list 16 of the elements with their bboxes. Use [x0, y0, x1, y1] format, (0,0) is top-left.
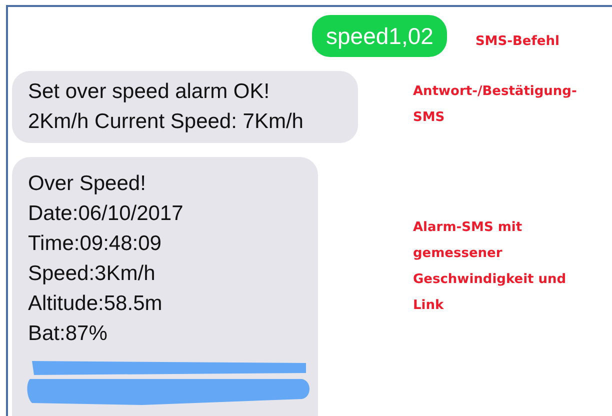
message-text: Speed:3Km/h	[28, 261, 156, 287]
annotation-text: Antwort-/Bestätigung-	[413, 83, 577, 101]
annotation-text: Alarm-SMS mit	[413, 219, 524, 237]
annotation-text: SMS	[413, 109, 446, 127]
message-text: Time:09:48:09	[28, 231, 162, 257]
message-text: speed1,02	[326, 22, 434, 51]
annotation-text: Link	[413, 297, 445, 315]
annotation-text: Geschwindigkeit und	[413, 271, 566, 289]
message-text: Altitude:58.5m	[28, 291, 164, 317]
annotation-text: gemessener	[413, 245, 504, 263]
message-text: Bat:87%	[28, 321, 108, 347]
annotation-text: SMS-Befehl	[475, 33, 560, 51]
message-text: Date:06/10/2017	[28, 201, 184, 227]
message-text: Set over speed alarm OK!	[28, 79, 271, 105]
message-text: Over Speed!	[28, 171, 147, 197]
message-text: 2Km/h Current Speed: 7Km/h	[28, 109, 304, 135]
